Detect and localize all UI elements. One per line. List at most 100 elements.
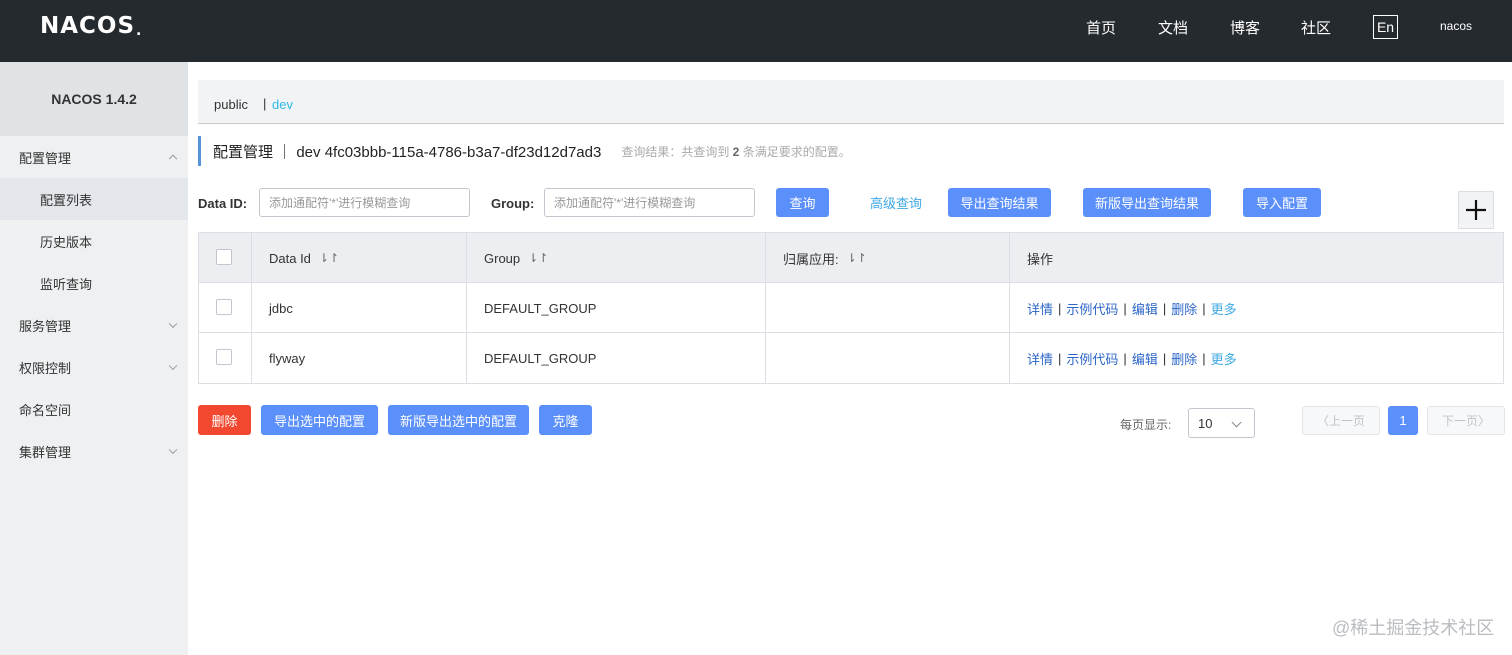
column-divider [765,233,766,383]
sidebar-item-label: 服务管理 [19,318,72,334]
op-delete-link[interactable]: 删除 [1171,299,1197,318]
sidebar-item-label: 配置管理 [19,150,72,166]
delete-button[interactable]: 删除 [198,405,251,435]
user-name[interactable]: nacos [1440,19,1472,33]
chevron-down-icon [168,319,178,329]
page-size-label: 每页显示: [1120,418,1172,432]
cell-data-id: jdbc [269,300,293,316]
op-separator: | [1123,300,1127,316]
page-size-select[interactable]: 10 [1188,408,1255,438]
sidebar-item-config-list[interactable]: 配置列表 [0,178,188,220]
op-delete-link[interactable]: 删除 [1171,349,1197,368]
nav-home-label: 首页 [1086,20,1117,37]
chevron-down-icon [168,445,178,455]
plus-icon [1466,200,1486,220]
op-detail-link[interactable]: 详情 [1027,349,1053,368]
nav-docs[interactable]: 文档 [1158,0,1188,55]
op-separator: | [1058,300,1062,316]
query-result-info: 查询结果：共查询到 2 条满足要求的配置。 [621,143,850,160]
cell-group: DEFAULT_GROUP [484,300,597,316]
language-switch-button[interactable]: En [1373,15,1398,39]
sort-icon[interactable]: ⇂↾ [319,251,339,265]
namespace-bar: public | dev [198,80,1504,124]
cell-operations: 详情 | 示例代码 | 编辑 | 删除 | 更多 [1027,333,1237,383]
watermark: @稀土掘金技术社区 [1332,618,1495,638]
sidebar-item-label: 命名空间 [19,402,72,418]
nav-community-label: 社区 [1301,20,1332,37]
sidebar-item-label: 集群管理 [19,444,72,460]
cell-group: DEFAULT_GROUP [484,350,597,366]
sidebar-item-namespace[interactable]: 命名空间 [0,388,188,430]
table-row: flyway DEFAULT_GROUP 详情 | 示例代码 | 编辑 | 删除 | 更… [199,333,1503,383]
sidebar-item-label: 历史版本 [40,234,93,250]
group-input[interactable] [544,188,755,217]
header-app[interactable]: 归属应用: ⇂↾ [783,233,867,283]
query-result-prefix: 查询结果：共查询到 [621,144,733,159]
sidebar-item-service-management[interactable]: 服务管理 [0,304,188,346]
page-size-value: 10 [1198,415,1213,431]
nav-docs-label: 文档 [1158,20,1189,37]
table-row: jdbc DEFAULT_GROUP 详情 | 示例代码 | 编辑 | 删除 | 更多 [199,283,1503,333]
column-divider [466,233,467,383]
select-all-checkbox[interactable] [216,249,232,265]
row-checkbox[interactable] [216,299,232,315]
cell-data-id: flyway [269,350,306,366]
nav-community[interactable]: 社区 [1301,0,1331,55]
sidebar-item-listener-query[interactable]: 监听查询 [0,262,188,304]
op-separator: | [1202,300,1206,316]
row-checkbox[interactable] [216,349,232,365]
chevron-down-icon [168,361,178,371]
nav-blog[interactable]: 博客 [1230,0,1260,55]
sidebar-item-access-control[interactable]: 权限控制 [0,346,188,388]
nacos-logo[interactable]: NACOS. [40,13,142,39]
logo-dot: . [136,23,143,39]
header-data-id-label: Data Id [269,250,311,266]
export-results-new-button[interactable]: 新版导出查询结果 [1083,188,1211,217]
query-result-suffix: 条满足要求的配置。 [739,144,851,159]
page-heading: 配置管理 ｜ dev 4fc03bbb-115a-4786-b3a7-df23d… [198,136,851,166]
sidebar-item-label: 监听查询 [40,276,93,292]
group-label: Group: [491,196,535,211]
data-id-label: Data ID: [198,196,248,211]
add-config-button[interactable] [1458,191,1494,229]
op-sample-code-link[interactable]: 示例代码 [1066,299,1118,318]
export-selected-button[interactable]: 导出选中的配置 [261,405,378,435]
column-divider [251,233,252,383]
next-page-button[interactable]: 下一页〉 [1427,406,1505,435]
header-group-label: Group [484,250,521,266]
data-id-input[interactable] [259,188,470,217]
op-sample-code-link[interactable]: 示例代码 [1066,349,1118,368]
op-detail-link[interactable]: 详情 [1027,299,1053,318]
prev-page-button[interactable]: 〈上一页 [1302,406,1380,435]
namespace-dev[interactable]: dev [272,97,293,112]
op-separator: | [1058,350,1062,366]
sidebar-item-label: 配置列表 [40,192,93,208]
op-separator: | [1162,300,1167,316]
sidebar-item-config-management[interactable]: 配置管理 [0,136,188,178]
header-data-id[interactable]: Data Id ⇂↾ [269,233,339,283]
sort-icon[interactable]: ⇂↾ [847,251,867,265]
nav-home[interactable]: 首页 [1086,0,1116,55]
export-selected-new-button[interactable]: 新版导出选中的配置 [388,405,529,435]
op-edit-link[interactable]: 编辑 [1132,299,1158,318]
table-header: Data Id ⇂↾ Group ⇂↾ 归属应用: ⇂↾ 操作 [199,233,1503,283]
header-group[interactable]: Group ⇂↾ [484,233,548,283]
op-separator: | [1162,350,1167,366]
op-separator: | [1123,350,1127,366]
nav-blog-label: 博客 [1230,20,1261,37]
advanced-query-link[interactable]: 高级查询 [862,188,930,217]
namespace-public[interactable]: public [214,97,248,112]
top-header: NACOS. 首页 文档 博客 社区 En nacos [0,0,1512,62]
page-number-current[interactable]: 1 [1388,406,1418,435]
op-more-link[interactable]: 更多 [1211,299,1237,318]
sidebar-item-cluster-management[interactable]: 集群管理 [0,430,188,472]
sidebar-item-history[interactable]: 历史版本 [0,220,188,262]
import-config-button[interactable]: 导入配置 [1243,188,1321,217]
op-edit-link[interactable]: 编辑 [1132,349,1158,368]
query-button[interactable]: 查询 [776,188,829,217]
op-more-link[interactable]: 更多 [1211,349,1237,368]
export-results-button[interactable]: 导出查询结果 [948,188,1051,217]
clone-button[interactable]: 克隆 [539,405,592,435]
next-page-label: 下一页 [1441,414,1478,428]
sort-icon[interactable]: ⇂↾ [528,251,548,265]
